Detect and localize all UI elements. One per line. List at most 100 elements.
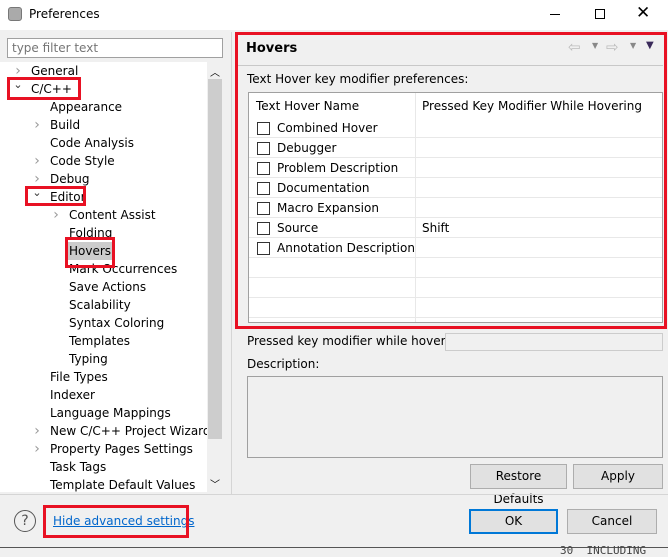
forward-icon[interactable]: ⇨ bbox=[606, 38, 619, 56]
row-checkbox[interactable] bbox=[257, 242, 270, 255]
tree-item[interactable]: › Property Pages Settings bbox=[0, 440, 207, 458]
view-menu-icon[interactable]: ▼ bbox=[646, 40, 654, 51]
table-row[interactable]: Problem Description bbox=[249, 158, 662, 178]
tree-item[interactable]: › Code Style bbox=[0, 152, 207, 170]
tree-item-label: Hovers bbox=[67, 242, 114, 260]
tree-item-label: Editor bbox=[50, 190, 86, 204]
chevron-right-icon[interactable]: › bbox=[50, 206, 62, 224]
table-row bbox=[249, 278, 662, 298]
description-box bbox=[247, 376, 663, 458]
row-checkbox[interactable] bbox=[257, 182, 270, 195]
table-row bbox=[249, 298, 662, 318]
tree-item[interactable]: Syntax Coloring bbox=[0, 314, 207, 332]
modifier-input[interactable] bbox=[445, 333, 663, 351]
tree-item[interactable]: Code Analysis bbox=[0, 134, 207, 152]
scroll-thumb[interactable] bbox=[208, 79, 222, 439]
tree-item[interactable]: Mark Occurrences bbox=[0, 260, 207, 278]
tree-item-label: Save Actions bbox=[69, 280, 147, 294]
tree-item[interactable]: › Content Assist bbox=[0, 206, 207, 224]
tree-item-label: Syntax Coloring bbox=[69, 316, 165, 330]
tree-item-label: Code Analysis bbox=[50, 136, 134, 150]
restore-defaults-button[interactable]: Restore Defaults bbox=[470, 464, 567, 506]
table-row[interactable]: Macro Expansion bbox=[249, 198, 662, 218]
row-checkbox[interactable] bbox=[257, 222, 270, 235]
tree-item-label: New C/C++ Project Wizard bbox=[50, 424, 207, 438]
tree-item[interactable]: › New C/C++ Project Wizard bbox=[0, 422, 207, 440]
scroll-up-icon[interactable]: ︿ bbox=[210, 64, 220, 79]
scroll-down-icon[interactable]: ﹀ bbox=[210, 476, 220, 491]
maximize-icon[interactable] bbox=[595, 9, 605, 19]
back-menu-icon[interactable]: ▼ bbox=[592, 41, 598, 50]
chevron-right-icon[interactable]: › bbox=[31, 422, 43, 440]
hover-table: Text Hover Name Pressed Key Modifier Whi… bbox=[248, 92, 663, 323]
filter-input[interactable] bbox=[7, 38, 223, 58]
table-row[interactable]: Annotation Description bbox=[249, 238, 662, 258]
tree-item[interactable]: › General bbox=[0, 62, 207, 80]
tree-item-label: Debug bbox=[50, 172, 90, 186]
tree-item[interactable]: Indexer bbox=[0, 386, 207, 404]
chevron-down-icon[interactable]: ⌄ bbox=[12, 76, 24, 94]
table-row[interactable]: Documentation bbox=[249, 178, 662, 198]
hover-modifier: Shift bbox=[422, 221, 450, 235]
column-header-modifier[interactable]: Pressed Key Modifier While Hovering bbox=[422, 99, 642, 113]
help-icon[interactable]: ? bbox=[14, 510, 36, 532]
app-icon bbox=[8, 7, 22, 21]
tree-item-label: General bbox=[31, 64, 79, 78]
background-editor-text: 30 INCLUDING bbox=[560, 544, 647, 557]
cancel-button[interactable]: Cancel bbox=[567, 509, 657, 534]
tree-item-label: Mark Occurrences bbox=[69, 262, 178, 276]
tree-item-label: File Types bbox=[50, 370, 108, 384]
tree-item-label: Typing bbox=[69, 352, 108, 366]
row-checkbox[interactable] bbox=[257, 202, 270, 215]
chevron-down-icon[interactable]: ⌄ bbox=[31, 184, 43, 202]
tree-item[interactable]: Templates bbox=[0, 332, 207, 350]
column-header-name[interactable]: Text Hover Name bbox=[256, 99, 359, 113]
tree-item[interactable]: Scalability bbox=[0, 296, 207, 314]
description-label: Description: bbox=[247, 357, 320, 371]
advanced-settings-link[interactable]: Hide advanced settings bbox=[53, 514, 194, 528]
tree-item-label: Task Tags bbox=[50, 460, 107, 474]
tree-item[interactable]: ⌄ Editor bbox=[0, 186, 207, 206]
tree-item-label: Content Assist bbox=[69, 208, 156, 222]
tree-item[interactable]: › Build bbox=[0, 116, 207, 134]
chevron-right-icon[interactable]: › bbox=[31, 152, 43, 170]
sash[interactable] bbox=[231, 32, 232, 494]
row-checkbox[interactable] bbox=[257, 162, 270, 175]
forward-menu-icon[interactable]: ▼ bbox=[630, 41, 636, 50]
tree-item[interactable]: Hovers bbox=[0, 242, 207, 260]
tree-item-label: Template Default Values bbox=[50, 478, 196, 492]
hover-name: Source bbox=[277, 221, 319, 235]
tree-item[interactable]: Template Default Values bbox=[0, 476, 207, 492]
ok-button[interactable]: OK bbox=[469, 509, 558, 534]
tree-item[interactable]: Folding bbox=[0, 224, 207, 242]
minimize-icon[interactable] bbox=[550, 14, 560, 15]
hover-name: Macro Expansion bbox=[277, 201, 379, 215]
tree-item[interactable]: File Types bbox=[0, 368, 207, 386]
tree-item-label: Language Mappings bbox=[50, 406, 171, 420]
tree-item[interactable]: Appearance bbox=[0, 98, 207, 116]
tree-item[interactable]: Language Mappings bbox=[0, 404, 207, 422]
tree-item-label: Appearance bbox=[50, 100, 123, 114]
tree-item-label: Property Pages Settings bbox=[50, 442, 193, 456]
page-title: Hovers bbox=[246, 41, 298, 56]
row-checkbox[interactable] bbox=[257, 122, 270, 135]
back-icon[interactable]: ⇦ bbox=[568, 38, 581, 56]
tree-item[interactable]: Typing bbox=[0, 350, 207, 368]
chevron-right-icon[interactable]: › bbox=[31, 440, 43, 458]
table-row[interactable]: Combined Hover bbox=[249, 118, 662, 138]
close-icon[interactable]: ✕ bbox=[636, 3, 650, 23]
row-checkbox[interactable] bbox=[257, 142, 270, 155]
page-header: Hovers ⇦ ▼ ⇨ ▼ ▼ bbox=[238, 35, 663, 66]
table-row[interactable]: Source Shift bbox=[249, 218, 662, 238]
tree-item[interactable]: Task Tags bbox=[0, 458, 207, 476]
table-row[interactable]: Debugger bbox=[249, 138, 662, 158]
tree-item[interactable]: Save Actions bbox=[0, 278, 207, 296]
apply-button[interactable]: Apply bbox=[573, 464, 663, 489]
chevron-right-icon[interactable]: › bbox=[31, 116, 43, 134]
hover-name: Debugger bbox=[277, 141, 337, 155]
preference-tree: › General ⌄ C/C++ Appearance › Build Code Analy… bbox=[0, 62, 207, 492]
hover-name: Combined Hover bbox=[277, 121, 378, 135]
tree-item[interactable]: ⌄ C/C++ bbox=[0, 78, 207, 98]
tree-scrollbar[interactable]: ︿ ﹀ bbox=[207, 62, 223, 492]
tree-item-label: Code Style bbox=[50, 154, 115, 168]
